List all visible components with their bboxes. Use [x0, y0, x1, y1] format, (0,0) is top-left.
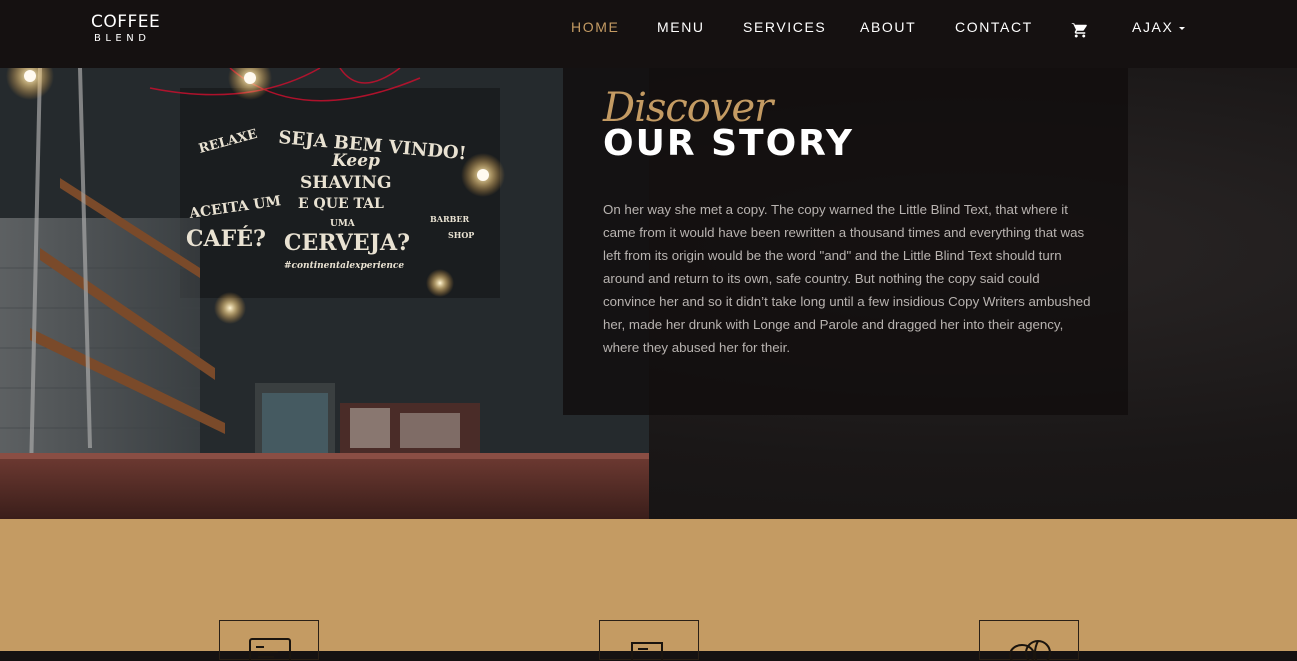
chalk-hashtag: #continentalexperience — [284, 261, 404, 271]
account-dropdown[interactable]: AJAX — [1132, 19, 1186, 35]
cart-icon[interactable] — [1071, 21, 1089, 39]
top-navbar: COFFEE BLEND HOME MENU SERVICES ABOUT CO… — [0, 0, 1297, 68]
chalk-keep: Keep — [331, 151, 380, 171]
nav-item-home[interactable]: HOME — [571, 19, 619, 35]
account-label: AJAX — [1132, 19, 1174, 35]
service-card-delivery[interactable] — [599, 620, 699, 661]
nav-item-about[interactable]: ABOUT — [860, 19, 916, 35]
caret-down-icon — [1179, 26, 1186, 30]
cafe-photo: RELAXE SEJA BEM VINDO! Keep SHAVING E QU… — [0, 68, 649, 519]
delivery-icon — [631, 642, 663, 661]
nav-item-services[interactable]: SERVICES — [743, 19, 826, 35]
cafe-photo-illustration: RELAXE SEJA BEM VINDO! Keep SHAVING E QU… — [0, 68, 649, 519]
chalk-cafe: CAFÉ? — [186, 225, 266, 252]
chalk-uma: UMA — [330, 219, 356, 229]
service-card-menu[interactable] — [219, 620, 319, 661]
coffee-beans-icon — [1009, 640, 1051, 661]
main-nav: HOME MENU SERVICES ABOUT CONTACT AJAX — [0, 19, 1297, 39]
story-body: On her way she met a copy. The copy warn… — [603, 202, 1091, 355]
chalk-shaving: SHAVING — [300, 173, 392, 193]
story-heading: OUR STORY — [603, 123, 854, 164]
menu-card-icon — [249, 638, 291, 661]
chalk-e-que-tal: E QUE TAL — [298, 196, 384, 212]
nav-item-contact[interactable]: CONTACT — [955, 19, 1033, 35]
services-section — [0, 519, 1297, 661]
chalk-shop: SHOP — [448, 230, 474, 240]
story-subheading: Discover — [603, 85, 773, 131]
nav-item-menu[interactable]: MENU — [657, 19, 705, 35]
chalk-barber: BARBER — [430, 214, 469, 224]
chalk-cerveja: CERVEJA? — [284, 230, 410, 256]
service-card-beans[interactable] — [979, 620, 1079, 661]
